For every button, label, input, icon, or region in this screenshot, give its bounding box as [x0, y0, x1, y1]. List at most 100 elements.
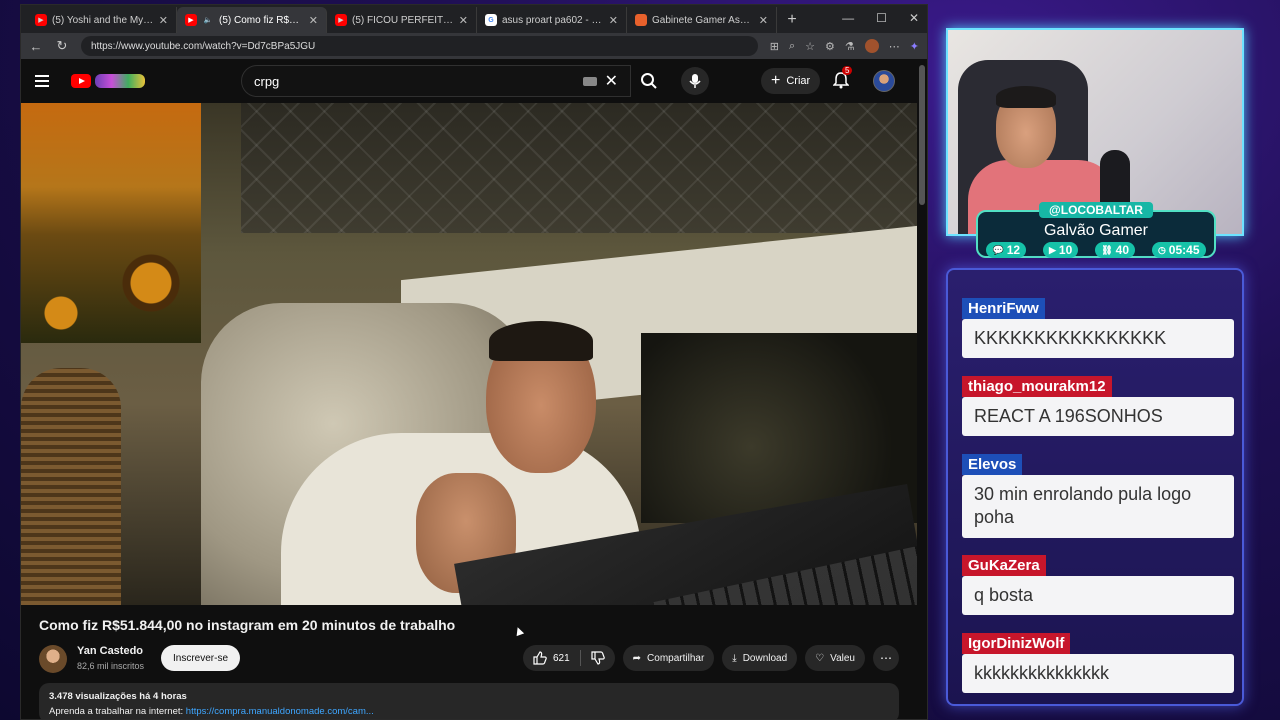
sunflower-painting: [21, 103, 201, 343]
maximize-icon[interactable]: ☐: [876, 11, 887, 25]
notifications-button[interactable]: 5: [832, 66, 853, 94]
chat-message: GuKaZera q bosta: [962, 555, 1234, 616]
chat-message: Elevos 30 min enrolando pula logo poha: [962, 454, 1234, 538]
notification-badge: 5: [842, 66, 853, 75]
search-input[interactable]: crpg ✕: [241, 65, 631, 97]
create-button[interactable]: + Criar: [761, 68, 821, 94]
stat-value: 40: [1115, 243, 1129, 257]
close-icon[interactable]: ✕: [159, 14, 168, 27]
thanks-button[interactable]: ♡ Valeu: [805, 645, 865, 671]
link-stat: ⛓ 40: [1095, 242, 1135, 258]
scrollbar[interactable]: [919, 65, 925, 205]
menu-icon[interactable]: [35, 75, 49, 87]
account-avatar[interactable]: [873, 70, 895, 92]
chat-username: IgorDinizWolf: [962, 633, 1071, 654]
youtube-logo[interactable]: [71, 74, 145, 88]
create-label: Criar: [786, 75, 811, 87]
tab-title: (5) FICOU PERFEITO!!! ASSASSIN: [352, 14, 454, 26]
extension-icon[interactable]: ⚙: [825, 40, 835, 53]
copilot-icon[interactable]: ✦: [910, 40, 919, 53]
lab-icon[interactable]: ⚗: [845, 40, 855, 53]
description-link[interactable]: https://compra.manualdonomade.com/cam...: [186, 706, 374, 717]
share-button[interactable]: ➦ Compartilhar: [622, 645, 715, 671]
voice-search-button[interactable]: [681, 67, 709, 95]
video-icon: ▶: [1048, 244, 1056, 255]
views-and-time: 3.478 visualizações há 4 horas: [49, 691, 187, 702]
mouse-cursor: [513, 625, 525, 637]
url-field[interactable]: https://www.youtube.com/watch?v=Dd7cBPa5…: [81, 36, 758, 56]
youtube-play-icon: [71, 74, 91, 88]
subscribe-button[interactable]: Inscrever-se: [161, 645, 241, 671]
back-icon[interactable]: ←: [29, 39, 43, 54]
channel-row: Yan Castedo 82,6 mil inscritos Inscrever…: [39, 643, 899, 675]
person-hair: [489, 321, 593, 361]
chat-stat: 💬 12: [986, 242, 1027, 258]
more-options-icon[interactable]: ⋯: [889, 40, 900, 53]
close-icon[interactable]: ✕: [609, 14, 618, 27]
tab-bar: ▶ (5) Yoshi and the Mysterious Boo ✕ ▶ 🔈…: [21, 5, 927, 33]
thumbs-down-icon: [591, 651, 605, 665]
video-player[interactable]: [21, 103, 917, 605]
tab-ficou-perfeito[interactable]: ▶ (5) FICOU PERFEITO!!! ASSASSIN ✕: [327, 7, 477, 33]
streamer-handle: @LOCOBALTAR: [1039, 202, 1153, 218]
youtube-icon: ▶: [185, 14, 197, 26]
download-button[interactable]: ⤓ Download: [722, 645, 798, 671]
chat-username: HenriFww: [962, 298, 1045, 319]
clear-search-icon[interactable]: ✕: [605, 71, 618, 91]
tab-yoshi[interactable]: ▶ (5) Yoshi and the Mysterious Boo ✕: [27, 7, 177, 33]
close-icon[interactable]: ✕: [759, 14, 768, 27]
channel-avatar[interactable]: [39, 645, 67, 673]
streamer-name: Galvão Gamer: [1043, 222, 1149, 239]
youtube-icon: ▶: [35, 14, 47, 26]
new-tab-button[interactable]: +: [781, 9, 803, 31]
reload-icon[interactable]: ↻: [55, 38, 69, 54]
google-icon: G: [485, 14, 497, 26]
thumbs-up-icon: [533, 651, 547, 665]
net-ceiling: [241, 103, 917, 233]
close-icon[interactable]: ✕: [309, 14, 318, 27]
subscriber-count: 82,6 mil inscritos: [77, 661, 145, 671]
close-icon[interactable]: ✕: [459, 14, 468, 27]
dislike-button[interactable]: [581, 645, 615, 671]
video-actions: 621 ➦ Compartilhar ⤓ Download ♡ Valeu ⋯: [522, 645, 899, 671]
keyboard-icon[interactable]: [582, 76, 597, 86]
chat-text: kkkkkkkkkkkkkkk: [962, 654, 1234, 694]
tab-title: (5) Como fiz R$51.844,00 no: [219, 14, 304, 26]
thanks-label: Valeu: [830, 652, 855, 664]
stat-value: 12: [1006, 243, 1021, 257]
extensions-bar: ⊞ ⌕ ☆ ⚙ ⚗ ⋯ ✦: [770, 39, 919, 53]
speaker-icon[interactable]: 🔈: [202, 14, 214, 26]
minimize-icon[interactable]: —: [842, 11, 854, 25]
chat-username: thiago_mourakm12: [962, 376, 1112, 397]
plus-icon: +: [771, 72, 781, 89]
window-controls: — ☐ ✕: [842, 11, 919, 25]
share-icon: ➦: [632, 652, 642, 664]
like-count: 621: [552, 652, 570, 664]
like-dislike-group: 621: [522, 645, 615, 671]
video-title: Como fiz R$51.844,00 no instagram em 20 …: [39, 617, 456, 633]
chat-text: KKKKKKKKKKKKKKKK: [962, 319, 1234, 359]
url-text: https://www.youtube.com/watch?v=Dd7cBPa5…: [91, 40, 316, 52]
star-icon[interactable]: ☆: [805, 40, 815, 53]
zoom-icon[interactable]: ⌕: [789, 40, 795, 53]
chat-icon: 💬: [992, 244, 1004, 255]
stream-chat: HenriFww KKKKKKKKKKKKKKKK thiago_mourakm…: [946, 268, 1244, 706]
search-icon: [641, 73, 657, 89]
chat-message: thiago_mourakm12 REACT A 196SONHOS: [962, 376, 1234, 437]
description-line: Aprenda a trabalhar na internet: https:/…: [49, 706, 889, 717]
close-window-icon[interactable]: ✕: [909, 11, 919, 25]
description-box[interactable]: 3.478 visualizações há 4 horas Aprenda a…: [39, 683, 899, 719]
chat-message: IgorDinizWolf kkkkkkkkkkkkkkk: [962, 633, 1234, 694]
tab-gabinete[interactable]: Gabinete Gamer Asus ProArt PA ✕: [627, 7, 777, 33]
channel-name[interactable]: Yan Castedo: [77, 645, 143, 657]
wicker-chair: [21, 368, 121, 605]
download-label: Download: [742, 652, 788, 664]
apps-icon[interactable]: ⊞: [770, 40, 779, 53]
profile-avatar[interactable]: [864, 39, 879, 53]
like-button[interactable]: 621: [523, 645, 580, 671]
tab-google-search[interactable]: G asus proart pa602 - Pesquisa Go ✕: [477, 7, 627, 33]
tab-como-fiz[interactable]: ▶ 🔈 (5) Como fiz R$51.844,00 no ✕: [177, 7, 327, 33]
more-actions-button[interactable]: ⋯: [873, 645, 899, 671]
search-button[interactable]: [631, 65, 667, 97]
share-label: Compartilhar: [647, 652, 705, 664]
